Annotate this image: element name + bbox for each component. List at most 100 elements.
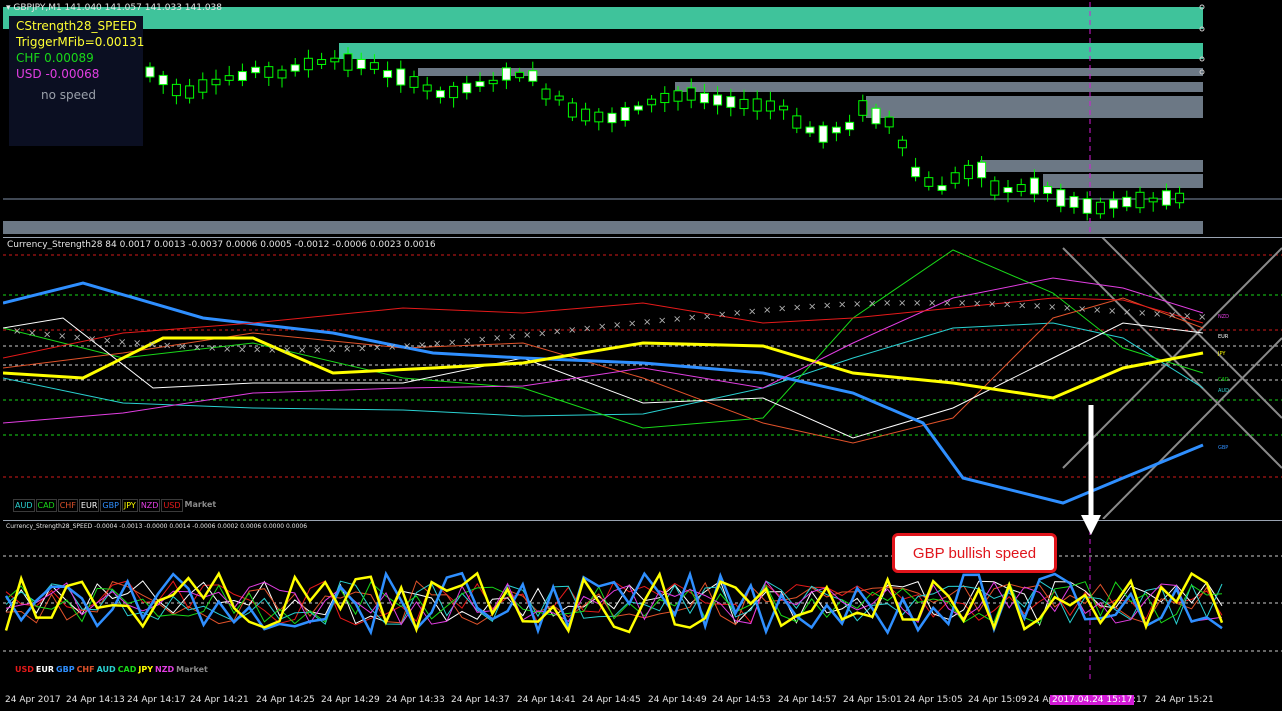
- callout-text: GBP bullish speed: [912, 544, 1037, 562]
- candle-body: [211, 78, 221, 86]
- market-marker: ×: [1123, 307, 1131, 318]
- market-marker: ×: [178, 342, 186, 353]
- candle-body: [1029, 177, 1039, 195]
- candle-body: [726, 96, 736, 108]
- candle-body: [356, 58, 366, 70]
- currency-speed-canvas[interactable]: [3, 521, 1282, 679]
- currency-speed-pane[interactable]: Currency_Strength28_SPEED -0.0004 -0.001…: [3, 520, 1282, 679]
- market-marker: ×: [463, 336, 471, 347]
- candle-body: [963, 164, 973, 180]
- legend-chf: CHF: [57, 499, 78, 512]
- market-marker: ×: [613, 320, 621, 331]
- market-marker: ×: [103, 336, 111, 347]
- candle-body: [264, 66, 274, 78]
- market-marker: ×: [403, 341, 411, 352]
- market-marker: ×: [193, 342, 201, 353]
- time-axis-label: 24 Apr 14:45: [582, 695, 641, 705]
- candle-body: [977, 161, 987, 179]
- market-marker: ×: [28, 328, 36, 339]
- market-marker: ×: [283, 345, 291, 356]
- candle-body: [990, 180, 1000, 196]
- down-arrow-icon: [1081, 405, 1101, 535]
- market-marker: ×: [868, 298, 876, 309]
- candle-body: [1175, 192, 1185, 204]
- market-marker: ×: [703, 311, 711, 322]
- strength-label-cad: CAD: [1218, 377, 1229, 383]
- market-marker: ×: [883, 298, 891, 309]
- time-axis-label: 24 Apr 14:13: [66, 695, 125, 705]
- market-marker: ×: [1063, 303, 1071, 314]
- usd-speed-value: USD -0.00068: [16, 67, 100, 81]
- price-chart-pane[interactable]: ▾ GBPJPY,M1 141.040 141.057 141.033 141.…: [3, 2, 1282, 234]
- legend-gbp: GBP: [100, 499, 121, 512]
- market-marker: ×: [133, 338, 141, 349]
- time-axis-label: 24 Apr 14:33: [386, 695, 445, 705]
- market-marker: ×: [343, 344, 351, 355]
- candle-body: [845, 121, 855, 131]
- market-marker: ×: [943, 298, 951, 309]
- strength-indicator-header: Currency_Strength28 84 0.0017 0.0013 -0.…: [7, 240, 436, 250]
- market-marker: ×: [628, 319, 636, 330]
- candle-body: [739, 98, 749, 110]
- candle-body: [422, 84, 432, 92]
- speed-legend-jpy: JPY: [138, 665, 154, 674]
- candle-body: [1148, 197, 1158, 203]
- market-marker: ×: [958, 298, 966, 309]
- candle-body: [462, 82, 472, 94]
- candle-body: [290, 64, 300, 72]
- legend-nzd: NZD: [138, 499, 161, 512]
- candle-body: [1043, 186, 1053, 194]
- market-marker: ×: [388, 342, 396, 353]
- market-marker: ×: [1048, 302, 1056, 313]
- candle-body: [1109, 199, 1119, 209]
- market-marker: ×: [1153, 309, 1161, 320]
- candle-body: [567, 102, 577, 118]
- legend-eur: EUR: [78, 499, 100, 512]
- market-marker: ×: [658, 315, 666, 326]
- indicator-name: CStrength28_SPEED: [16, 19, 137, 33]
- market-marker: ×: [73, 333, 81, 344]
- candle-body: [435, 90, 445, 98]
- price-zone: [980, 160, 1203, 172]
- candle-body: [237, 71, 247, 81]
- candle-body: [607, 112, 617, 124]
- speed-legend-cad: CAD: [117, 665, 137, 674]
- time-axis-label: 24 Apr 14:53: [712, 695, 771, 705]
- candle-body: [911, 166, 921, 178]
- candle-body: [475, 81, 485, 87]
- speed-legend-gbp: GBP: [56, 665, 75, 674]
- market-marker: ×: [268, 345, 276, 356]
- time-axis-label: 24 Apr 15:21: [1155, 695, 1214, 705]
- candle-body: [330, 57, 340, 63]
- market-marker: ×: [1138, 308, 1146, 319]
- symbol-quote: GBPJPY,M1 141.040 141.057 141.033 141.03…: [13, 3, 223, 13]
- strength-legend: AUD CAD CHF EUR GBP JPY NZD USD Market: [13, 499, 217, 512]
- time-axis-label: 24 Apr 14:29: [321, 695, 380, 705]
- candle-body: [171, 83, 181, 97]
- market-marker: ×: [1093, 305, 1101, 316]
- price-chart-canvas[interactable]: [3, 2, 1282, 234]
- market-marker: ×: [88, 334, 96, 345]
- market-marker: ×: [523, 330, 531, 341]
- legend-usd: USD: [161, 499, 183, 512]
- market-marker: ×: [328, 344, 336, 355]
- speed-legend-market: Market: [176, 665, 208, 674]
- market-marker: ×: [1018, 300, 1026, 311]
- market-marker: ×: [1003, 300, 1011, 311]
- candle-body: [779, 105, 789, 111]
- strength-curve-chf: [3, 297, 1204, 444]
- candle-body: [369, 62, 379, 70]
- market-marker: ×: [448, 337, 456, 348]
- price-zone: [339, 43, 1203, 59]
- candle-body: [1016, 184, 1026, 192]
- speed-legend-nzd: NZD: [155, 665, 175, 674]
- market-marker: ×: [418, 340, 426, 351]
- market-marker: ×: [988, 299, 996, 310]
- market-marker: ×: [43, 329, 51, 340]
- market-marker: ×: [1168, 310, 1176, 321]
- candle-body: [594, 111, 604, 123]
- market-marker: ×: [373, 343, 381, 354]
- candle-body: [251, 66, 261, 74]
- candle-body: [1069, 196, 1079, 208]
- trigger-value: TriggerMFib=0.00131: [16, 35, 145, 49]
